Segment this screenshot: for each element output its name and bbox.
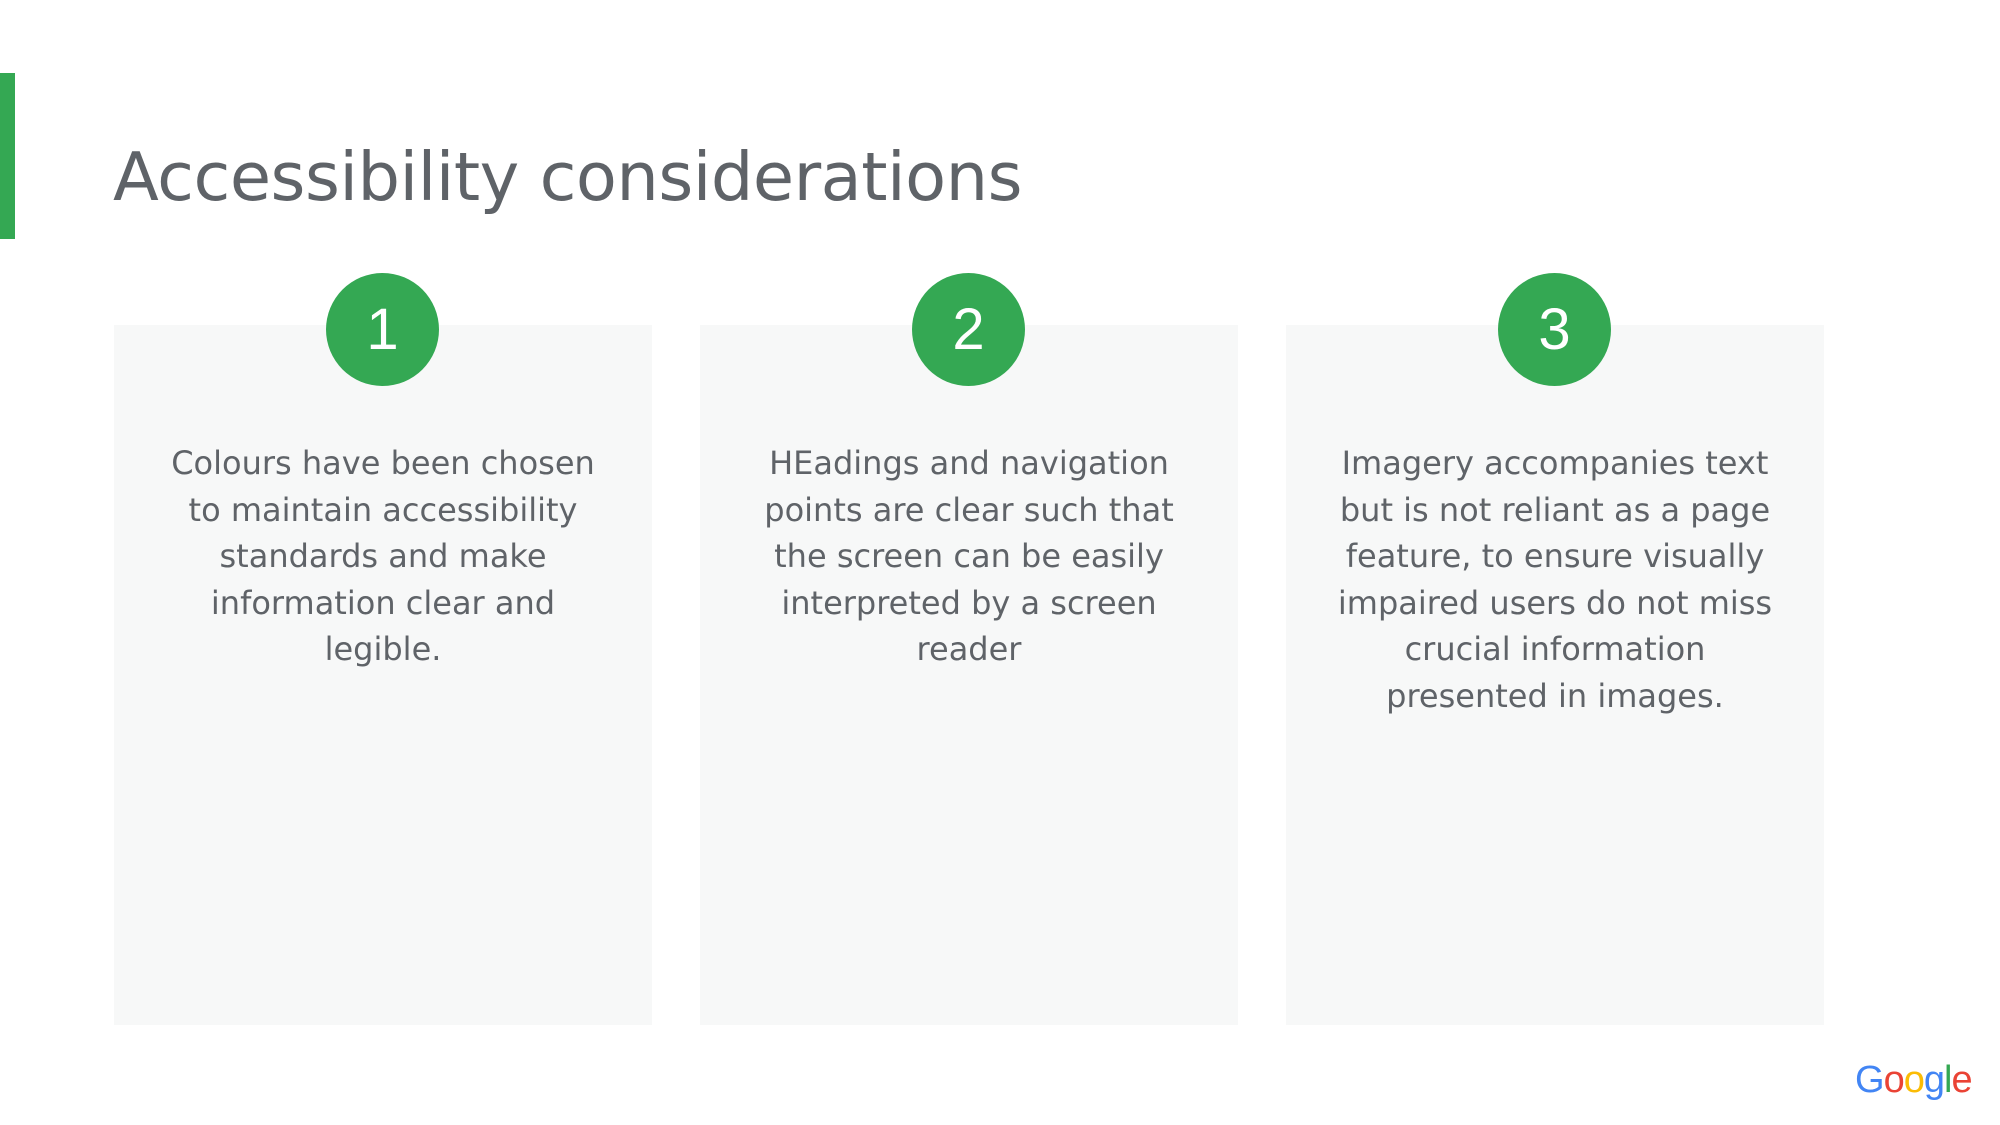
card-text-3: Imagery accompanies text but is not reli…: [1337, 444, 1773, 715]
consideration-card-1: [114, 325, 652, 1025]
logo-letter: o: [1903, 1059, 1925, 1101]
consideration-card-2: [700, 325, 1238, 1025]
card-text-1: Colours have been chosen to maintain acc…: [171, 444, 595, 668]
slide-title: Accessibility considerations: [113, 138, 1022, 216]
accent-bar: [0, 73, 15, 239]
logo-letter: l: [1943, 1059, 1953, 1101]
number-badge-2: 2: [912, 273, 1025, 386]
logo-letter: g: [1923, 1059, 1945, 1101]
card-text-2: HEadings and navigation points are clear…: [764, 444, 1174, 668]
logo-letter: G: [1855, 1059, 1885, 1101]
logo-letter: o: [1883, 1059, 1905, 1101]
number-badge-3: 3: [1498, 273, 1611, 386]
logo-letter: e: [1951, 1059, 1972, 1101]
number-badge-1: 1: [326, 273, 439, 386]
google-logo: Google: [1855, 1058, 1973, 1102]
